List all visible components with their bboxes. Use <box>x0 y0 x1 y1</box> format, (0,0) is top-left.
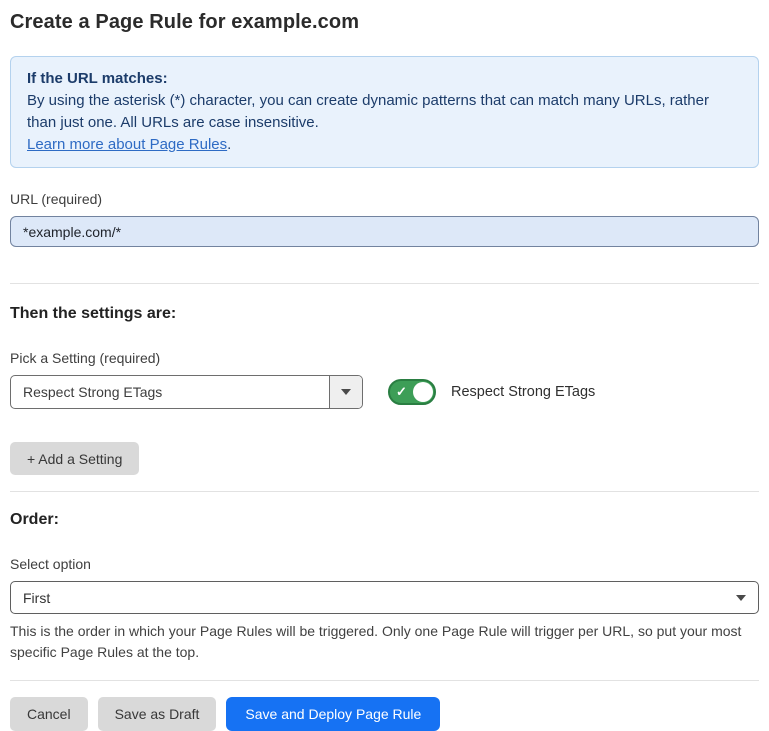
order-select-label: Select option <box>10 556 759 572</box>
url-input[interactable] <box>10 216 759 247</box>
divider <box>10 283 759 284</box>
chevron-down-icon <box>736 595 746 601</box>
order-select-value: First <box>23 590 50 606</box>
setting-toggle-label: Respect Strong ETags <box>451 384 595 400</box>
order-help-text: This is the order in which your Page Rul… <box>10 621 759 663</box>
setting-select-arrow-button[interactable] <box>329 376 362 408</box>
divider <box>10 680 759 681</box>
info-box-body: By using the asterisk (*) character, you… <box>27 90 742 134</box>
url-match-info-box: If the URL matches: By using the asteris… <box>10 56 759 168</box>
pick-setting-label: Pick a Setting (required) <box>10 350 759 366</box>
chevron-down-icon <box>341 389 351 395</box>
add-setting-button[interactable]: + Add a Setting <box>10 442 139 475</box>
setting-select[interactable]: Respect Strong ETags <box>10 375 363 409</box>
save-and-deploy-button[interactable]: Save and Deploy Page Rule <box>226 697 440 731</box>
url-field-label: URL (required) <box>10 191 759 207</box>
cancel-button[interactable]: Cancel <box>10 697 88 731</box>
setting-select-value: Respect Strong ETags <box>11 376 329 408</box>
page-rule-form: Create a Page Rule for example.com If th… <box>0 11 769 731</box>
setting-row: Respect Strong ETags ✓ Respect Strong ET… <box>10 375 759 409</box>
divider <box>10 491 759 492</box>
page-title: Create a Page Rule for example.com <box>10 11 759 34</box>
setting-toggle[interactable]: ✓ <box>388 379 436 405</box>
learn-more-link[interactable]: Learn more about Page Rules <box>27 136 227 153</box>
settings-section-heading: Then the settings are: <box>10 305 759 323</box>
order-select[interactable]: First <box>10 581 759 614</box>
check-icon: ✓ <box>396 385 407 399</box>
info-box-heading: If the URL matches: <box>27 68 742 90</box>
toggle-knob <box>413 382 433 402</box>
info-box-link-line: Learn more about Page Rules. <box>27 134 742 156</box>
save-as-draft-button[interactable]: Save as Draft <box>98 697 217 731</box>
link-suffix: . <box>227 136 231 153</box>
order-section-heading: Order: <box>10 511 759 529</box>
action-buttons-row: Cancel Save as Draft Save and Deploy Pag… <box>10 697 759 731</box>
